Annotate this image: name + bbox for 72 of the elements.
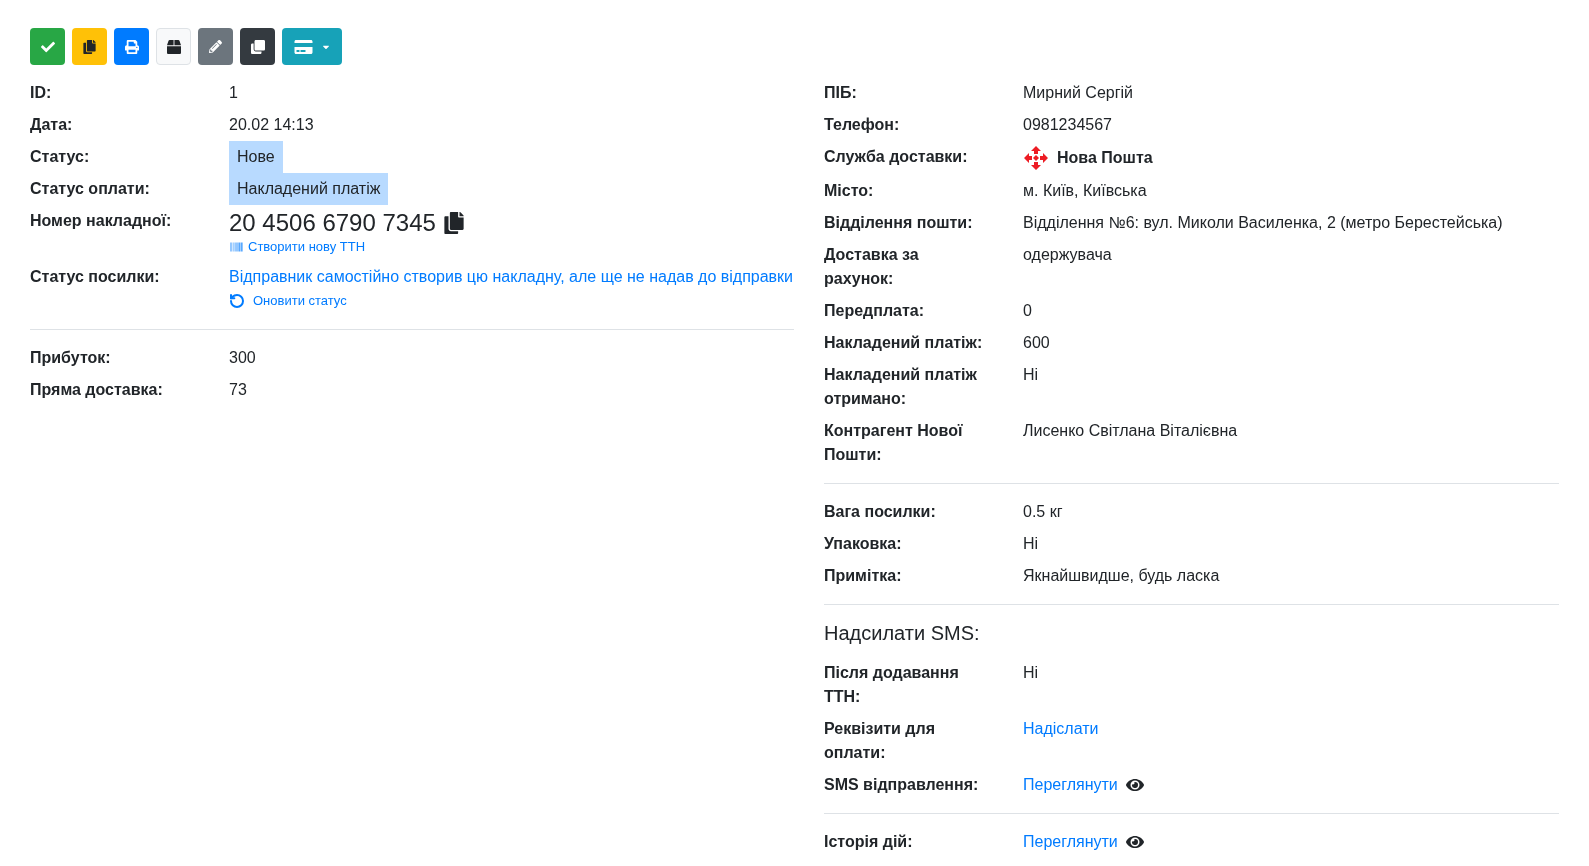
- field-value: Ні: [1023, 664, 1039, 681]
- field-label: Статус посилки:: [30, 268, 160, 285]
- field-label: Відділення пошти:: [824, 214, 973, 231]
- refresh-status-link[interactable]: Оновити статус: [229, 289, 794, 313]
- confirm-button[interactable]: [30, 28, 65, 65]
- field-label: Місто:: [824, 182, 874, 199]
- field-label: Прибуток:: [30, 349, 111, 366]
- payment-dropdown-button[interactable]: [282, 28, 342, 65]
- field-value: Ні: [1023, 535, 1039, 552]
- field-label: Статус:: [30, 148, 90, 165]
- duplicate-button[interactable]: [240, 28, 275, 65]
- field-value: 0981234567: [1023, 116, 1112, 133]
- field-label: Контрагент Нової Пошти:: [824, 422, 963, 463]
- copy-icon: [83, 39, 96, 54]
- field-label: Статус оплати:: [30, 180, 150, 197]
- field-label: ID:: [30, 84, 52, 101]
- package-button[interactable]: [156, 28, 191, 65]
- status-tag: Нове: [229, 141, 283, 173]
- create-waybill-link[interactable]: Створити нову ТТН: [229, 237, 794, 257]
- tracking-number: 20 4506 6790 7345: [229, 209, 436, 237]
- field-value: 600: [1023, 334, 1050, 351]
- clone-icon: [250, 39, 265, 54]
- field-label: Дата:: [30, 116, 73, 133]
- section-heading: Надсилати SMS:: [824, 621, 981, 645]
- field-label: Вага посилки:: [824, 503, 936, 520]
- logo-icon: [1023, 145, 1049, 171]
- eye-icon: [1125, 777, 1144, 793]
- field-value: 1: [229, 84, 238, 101]
- send-link[interactable]: Надіслати: [1023, 720, 1099, 737]
- field-label: Номер накладної:: [30, 212, 172, 229]
- field-label: Накладений платіж:: [824, 334, 983, 351]
- copy-button[interactable]: [72, 28, 107, 65]
- field-label: ПІБ:: [824, 84, 857, 101]
- field-value: Ні: [1023, 366, 1039, 383]
- field-label: Передплата:: [824, 302, 924, 319]
- edit-button[interactable]: [198, 28, 233, 65]
- field-label: Служба доставки:: [824, 148, 968, 165]
- refresh-icon: [229, 293, 245, 309]
- field-value: м. Київ, Київська: [1023, 182, 1147, 199]
- field-label: Телефон:: [824, 116, 900, 133]
- field-label: Реквізити для оплати:: [824, 720, 936, 761]
- print-button[interactable]: [114, 28, 149, 65]
- field-value: Мирний Сергій: [1023, 84, 1133, 101]
- card-icon: [293, 38, 313, 55]
- parcel-status-link[interactable]: Відправник самостійно створив цю накладну, але ще не надав до відправки: [229, 265, 794, 289]
- field-label: SMS відправлення:: [824, 776, 979, 793]
- copy-icon[interactable]: [443, 212, 464, 234]
- field-value: 73: [229, 381, 247, 398]
- pencil-icon: [209, 40, 222, 53]
- field-label: Примітка:: [824, 567, 902, 584]
- field-label: Після додавання ТТН:: [824, 664, 959, 705]
- view-link[interactable]: Переглянути: [1023, 830, 1118, 854]
- status-tag: Накладений платіж: [229, 173, 389, 205]
- field-label: Пряма доставка:: [30, 381, 163, 398]
- box-icon: [166, 39, 181, 54]
- field-label: Упаковка:: [824, 535, 902, 552]
- field-value: 300: [229, 349, 256, 366]
- eye-icon: [1125, 834, 1144, 850]
- field-label: Доставка за рахунок:: [824, 246, 919, 287]
- field-value: одержувача: [1023, 246, 1112, 263]
- field-value: 0.5 кг: [1023, 503, 1063, 520]
- field-value: Відділення №6: вул. Миколи Василенка, 2 (метро Берестейська): [1023, 214, 1503, 231]
- check-icon: [40, 39, 55, 54]
- field-value: 0: [1023, 302, 1032, 319]
- print-icon: [124, 39, 139, 54]
- field-value: 20.02 14:13: [229, 116, 314, 133]
- field-value: Лисенко Світлана Віталієвна: [1023, 422, 1238, 439]
- field-label: Історія дій:: [824, 833, 913, 850]
- field-value: Якнайшвидше, будь ласка: [1023, 567, 1220, 584]
- field-label: Накладений платіж отримано:: [824, 366, 977, 407]
- view-link[interactable]: Переглянути: [1023, 773, 1118, 797]
- carrier-name: Нова Пошта: [1057, 148, 1153, 168]
